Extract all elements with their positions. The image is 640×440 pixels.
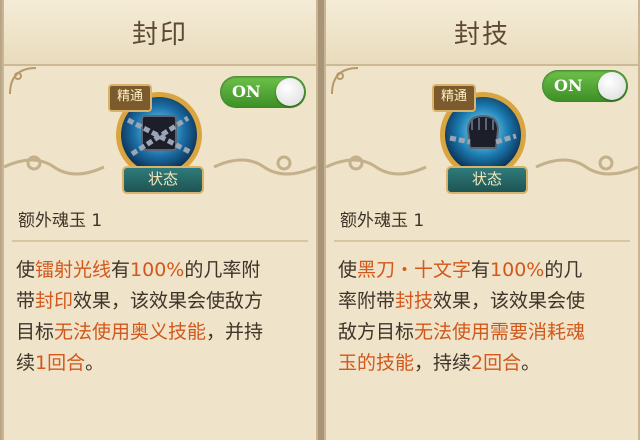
desc-line: 目标无法使用奥义技能，并持 (16, 321, 264, 343)
status-badge: 状态 (122, 166, 204, 194)
skill-card-seal: 封印 ON 精通 状态 额外魂玉 1 使镭射光线有100%的几率附 带封印效果，… (2, 0, 318, 440)
desc-line: 使镭射光线有100%的几率附 (16, 259, 261, 281)
toggle-knob (598, 72, 626, 100)
ornament-corner-icon (9, 67, 37, 95)
desc-line: 率附带封技效果，该效果会使 (338, 290, 586, 312)
skill-description: 使镭射光线有100%的几率附 带封印效果，该效果会使敌方 目标无法使用奥义技能，… (16, 255, 306, 379)
toggle-knob (276, 78, 304, 106)
status-badge: 状态 (446, 166, 528, 194)
card-title-bar: 封技 (326, 0, 638, 66)
toggle-label: ON (554, 76, 583, 95)
skill-card-skill-seal: 封技 ON 精通 状态 额外魂玉 1 使黑刀・十文字有100%的几 率附带封技效… (324, 0, 640, 440)
extra-soul-jade: 额外魂玉 1 (18, 211, 103, 231)
card-title: 封技 (453, 20, 510, 50)
extra-soul-jade: 额外魂玉 1 (340, 211, 425, 231)
skill-icon-frame[interactable]: 精通 状态 (432, 84, 536, 194)
card-title-bar: 封印 (4, 0, 316, 66)
toggle-label: ON (232, 82, 261, 101)
skill-toggle[interactable]: ON (220, 76, 306, 108)
skill-icon-frame[interactable]: 精通 状态 (108, 84, 212, 194)
desc-line: 玉的技能，持续2回合。 (338, 352, 541, 374)
desc-line: 续1回合。 (16, 352, 105, 374)
desc-line: 带封印效果，该效果会使敌方 (16, 290, 264, 312)
desc-line: 敌方目标无法使用需要消耗魂 (338, 321, 586, 343)
skill-toggle[interactable]: ON (542, 70, 628, 102)
ornament-corner-icon (331, 67, 359, 95)
skill-description: 使黑刀・十文字有100%的几 率附带封技效果，该效果会使 敌方目标无法使用需要消… (338, 255, 628, 379)
card-title: 封印 (131, 20, 188, 50)
separator (334, 240, 630, 242)
separator (12, 240, 308, 242)
mastery-badge: 精通 (432, 84, 476, 112)
desc-line: 使黑刀・十文字有100%的几 (338, 259, 583, 281)
mastery-badge: 精通 (108, 84, 152, 112)
